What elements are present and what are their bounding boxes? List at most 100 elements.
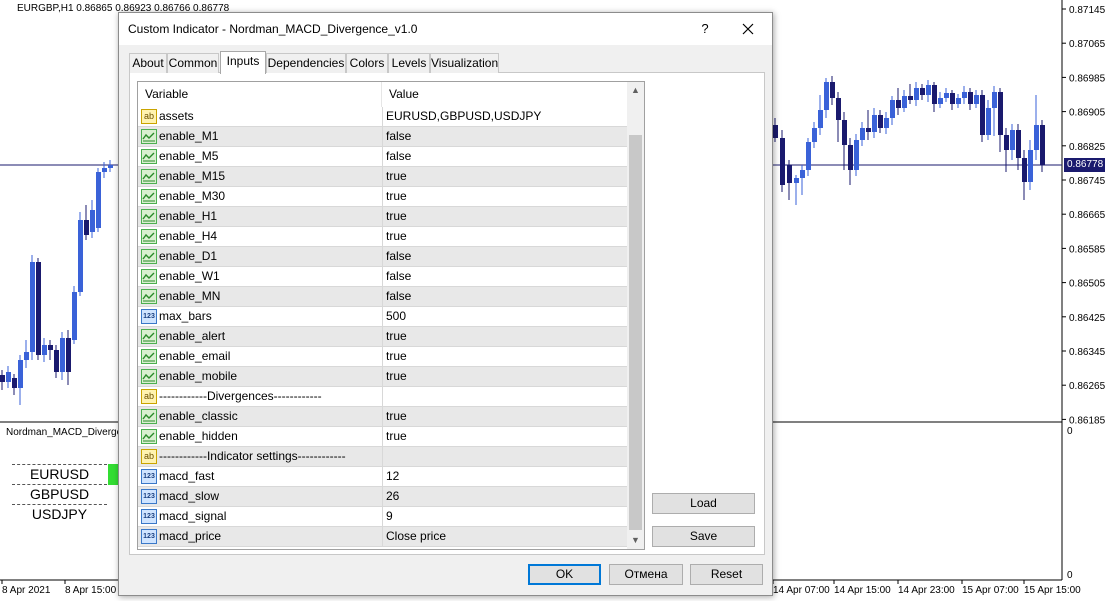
row-value[interactable]: true: [382, 207, 627, 226]
row-value[interactable]: 500: [382, 307, 627, 326]
row-value[interactable]: 9: [382, 507, 627, 526]
grid-row[interactable]: 123 max_bars 500: [138, 307, 627, 327]
reset-button[interactable]: Reset: [690, 564, 763, 585]
header-variable[interactable]: Variable: [138, 82, 382, 107]
string-type-icon: ab: [141, 389, 157, 404]
candles-right: [773, 76, 1045, 205]
candle-body: [950, 93, 955, 104]
candle-body: [980, 95, 985, 135]
dialog-titlebar[interactable]: Custom Indicator - Nordman_MACD_Divergen…: [119, 13, 772, 45]
row-variable-name: macd_signal: [159, 509, 227, 523]
row-value[interactable]: false: [382, 287, 627, 306]
row-value[interactable]: Close price: [382, 527, 627, 546]
scroll-up-icon[interactable]: ▲: [627, 82, 644, 99]
price-tick-label: 0.86905: [1069, 108, 1105, 119]
grid-scrollbar[interactable]: ▲ ▼: [627, 82, 644, 549]
grid-row[interactable]: ab ------------Divergences------------: [138, 387, 627, 407]
time-tick-label: 14 Apr 15:00: [834, 585, 891, 596]
cancel-button[interactable]: Отмена: [609, 564, 683, 585]
row-variable-name: enable_M1: [159, 129, 219, 143]
time-tick-label: 15 Apr 07:00: [962, 585, 1019, 596]
price-tick-label: 0.86985: [1069, 73, 1105, 84]
bool-type-icon: [141, 209, 157, 224]
grid-row[interactable]: 123 macd_signal 9: [138, 507, 627, 527]
price-tick-label: 0.86825: [1069, 142, 1105, 153]
row-value[interactable]: true: [382, 407, 627, 426]
row-variable-name: enable_email: [159, 349, 231, 363]
grid-row[interactable]: enable_alert true: [138, 327, 627, 347]
grid-row[interactable]: 123 macd_slow 26: [138, 487, 627, 507]
row-variable-name: enable_mobile: [159, 369, 238, 383]
row-value[interactable]: false: [382, 247, 627, 266]
price-tick-label: 0.86505: [1069, 279, 1105, 290]
candle-body: [932, 85, 937, 104]
grid-row[interactable]: enable_D1 false: [138, 247, 627, 267]
candle-body: [1040, 125, 1045, 165]
grid-row[interactable]: enable_MN false: [138, 287, 627, 307]
pair-label-gbpusd: GBPUSD: [12, 484, 107, 503]
row-value[interactable]: EURUSD,GBPUSD,USDJPY: [382, 107, 627, 126]
row-value[interactable]: true: [382, 427, 627, 446]
tab-levels[interactable]: Levels: [388, 53, 430, 73]
row-value[interactable]: true: [382, 167, 627, 186]
candle-body: [860, 128, 865, 140]
grid-row[interactable]: enable_mobile true: [138, 367, 627, 387]
candle-body: [1028, 150, 1033, 182]
row-value[interactable]: true: [382, 187, 627, 206]
help-button[interactable]: ?: [694, 18, 716, 40]
tab-inputs[interactable]: Inputs: [220, 51, 266, 74]
row-value[interactable]: 26: [382, 487, 627, 506]
time-tick-label: 8 Apr 2021: [2, 585, 51, 596]
row-value[interactable]: false: [382, 147, 627, 166]
grid-row[interactable]: enable_email true: [138, 347, 627, 367]
grid-row[interactable]: 123 macd_fast 12: [138, 467, 627, 487]
grid-row[interactable]: enable_H4 true: [138, 227, 627, 247]
candle-body: [0, 375, 5, 382]
grid-row[interactable]: enable_hidden true: [138, 427, 627, 447]
ok-button[interactable]: OK: [528, 564, 601, 585]
grid-row[interactable]: enable_H1 true: [138, 207, 627, 227]
header-value[interactable]: Value: [382, 82, 627, 107]
row-value[interactable]: true: [382, 367, 627, 386]
candle-body: [773, 125, 778, 138]
time-tick-label: 8 Apr 15:00: [65, 585, 117, 596]
grid-row[interactable]: ab ------------Indicator settings--------…: [138, 447, 627, 467]
candle-body: [84, 220, 89, 235]
load-button[interactable]: Load: [652, 493, 755, 514]
tab-common[interactable]: Common: [167, 53, 219, 73]
grid-row[interactable]: enable_M1 false: [138, 127, 627, 147]
row-variable-name: enable_H1: [159, 209, 218, 223]
int-type-icon: 123: [141, 469, 157, 484]
int-type-icon: 123: [141, 529, 157, 544]
row-value[interactable]: true: [382, 347, 627, 366]
price-tick-label: 0.86585: [1069, 244, 1105, 255]
grid-row[interactable]: enable_M5 false: [138, 147, 627, 167]
bool-type-icon: [141, 329, 157, 344]
grid-row[interactable]: enable_M15 true: [138, 167, 627, 187]
grid-row[interactable]: enable_W1 false: [138, 267, 627, 287]
row-value[interactable]: 12: [382, 467, 627, 486]
tab-colors[interactable]: Colors: [346, 53, 388, 73]
row-value[interactable]: true: [382, 227, 627, 246]
grid-row[interactable]: enable_classic true: [138, 407, 627, 427]
tab-about[interactable]: About: [129, 53, 167, 73]
row-value[interactable]: false: [382, 127, 627, 146]
row-variable-name: macd_price: [159, 529, 222, 543]
close-button[interactable]: [737, 18, 759, 40]
save-button[interactable]: Save: [652, 526, 755, 547]
row-value[interactable]: false: [382, 267, 627, 286]
grid-rows: ab assets EURUSD,GBPUSD,USDJPY enable_M1 fal…: [138, 107, 627, 547]
row-value[interactable]: [382, 387, 627, 406]
candle-body: [806, 142, 811, 170]
candle-body: [902, 96, 907, 108]
row-value[interactable]: true: [382, 327, 627, 346]
row-value[interactable]: [382, 447, 627, 466]
scroll-down-icon[interactable]: ▼: [627, 532, 644, 549]
candle-body: [60, 338, 65, 372]
tab-visualization[interactable]: Visualization: [430, 53, 499, 73]
tab-dependencies[interactable]: Dependencies: [266, 53, 346, 73]
grid-row[interactable]: ab assets EURUSD,GBPUSD,USDJPY: [138, 107, 627, 127]
scroll-thumb[interactable]: [629, 135, 642, 530]
grid-row[interactable]: 123 macd_price Close price: [138, 527, 627, 547]
grid-row[interactable]: enable_M30 true: [138, 187, 627, 207]
